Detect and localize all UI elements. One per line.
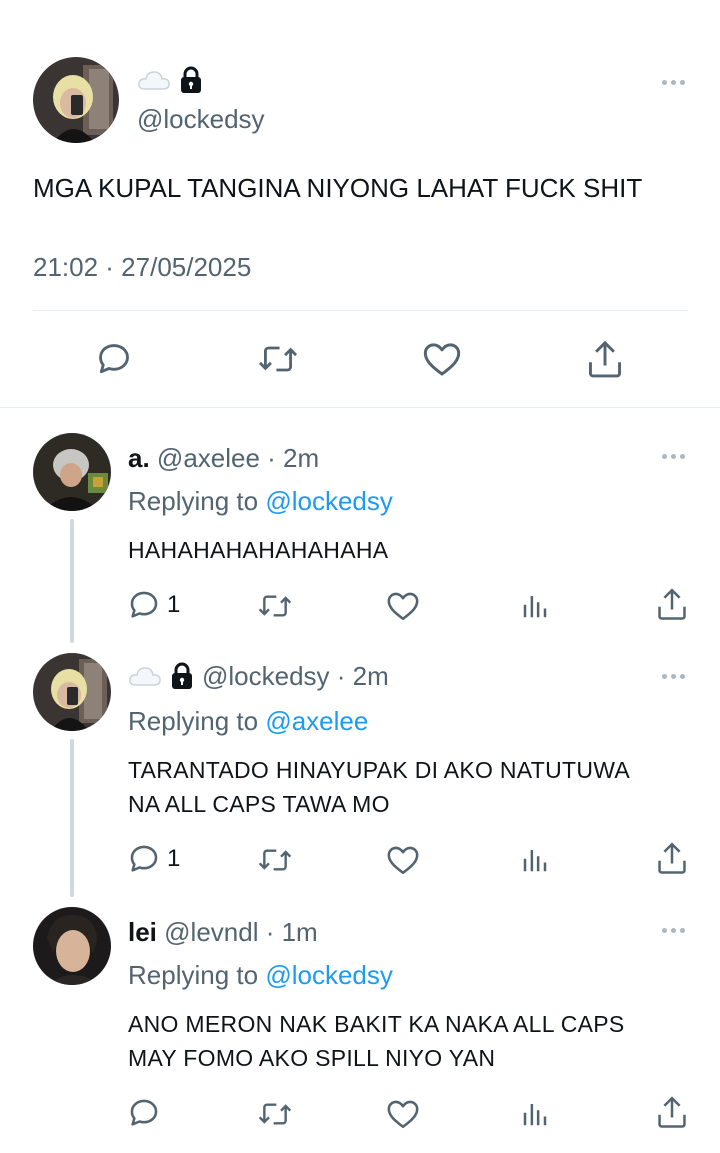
reply-text-line: NA ALL CAPS TAWA MO — [128, 791, 390, 817]
bar-chart-icon — [523, 596, 547, 618]
retweet-button[interactable] — [256, 844, 294, 876]
avatar[interactable] — [33, 907, 111, 985]
heart-icon — [387, 1100, 419, 1129]
reply-count: 1 — [167, 845, 181, 872]
section-divider — [0, 407, 720, 408]
lock-icon — [170, 662, 194, 690]
reply-count: 1 — [167, 591, 181, 618]
replying-to: Replying to @lockedsy — [128, 960, 393, 991]
speech-bubble-icon — [130, 591, 158, 618]
like-button[interactable] — [386, 844, 420, 876]
reply-text-line: HAHAHAHAHAHAHAHA — [128, 537, 389, 563]
speech-bubble-icon — [130, 1099, 158, 1126]
bar-chart-icon — [523, 850, 547, 872]
reply-text-line: MAY FOMO AKO SPILL NIYO YAN — [128, 1045, 496, 1071]
more-dots-icon[interactable] — [662, 80, 685, 85]
display-name[interactable]: a. — [128, 443, 150, 473]
more-dots-icon[interactable] — [662, 454, 685, 459]
heart-icon — [423, 343, 461, 376]
replying-to-link[interactable]: @axelee — [265, 706, 368, 736]
reply-header: a. @axelee · 2m — [128, 443, 319, 474]
views-button[interactable] — [520, 1099, 550, 1129]
cloud-emoji — [128, 664, 162, 688]
retweet-icon — [258, 595, 292, 617]
heart-icon — [387, 846, 419, 875]
retweet-button[interactable] — [256, 1098, 294, 1130]
share-button[interactable] — [585, 338, 625, 380]
like-button[interactable] — [386, 590, 420, 622]
timestamp[interactable]: 21:02 · 27/05/2025 — [33, 252, 251, 283]
display-name[interactable]: lei — [128, 917, 157, 947]
replying-to: Replying to @lockedsy — [128, 486, 393, 517]
views-button[interactable] — [520, 591, 550, 621]
speech-bubble-icon — [130, 845, 158, 872]
replying-to: Replying to @axelee — [128, 706, 368, 737]
bar-chart-icon — [523, 1104, 547, 1126]
cloud-emoji — [137, 68, 171, 92]
replying-to-link[interactable]: @lockedsy — [265, 960, 393, 990]
thread-line — [70, 739, 74, 897]
speech-bubble-icon — [99, 344, 129, 374]
share-button[interactable] — [655, 840, 689, 876]
more-dots-icon[interactable] — [662, 928, 685, 933]
reply-text-line: TARANTADO HINAYUPAK DI AKO NATUTUWA — [128, 757, 631, 783]
replying-prefix: Replying to — [128, 706, 259, 736]
handle-time[interactable]: @levndl · 1m — [164, 917, 318, 947]
avatar[interactable] — [33, 57, 119, 143]
retweet-button[interactable] — [256, 590, 294, 622]
views-button[interactable] — [520, 845, 550, 875]
replying-prefix: Replying to — [128, 960, 259, 990]
heart-icon — [387, 592, 419, 621]
reply-button[interactable] — [95, 340, 133, 378]
avatar[interactable] — [33, 433, 111, 511]
like-button[interactable] — [386, 1098, 420, 1130]
handle[interactable]: @lockedsy — [137, 104, 265, 135]
display-name — [137, 64, 203, 96]
reply-button[interactable]: 1 — [127, 588, 180, 622]
share-icon — [658, 588, 686, 620]
reply-text-line: ANO MERON NAK BAKIT KA NAKA ALL CAPS — [128, 1011, 625, 1037]
share-icon — [658, 842, 686, 874]
retweet-icon — [258, 1103, 292, 1125]
retweet-button[interactable] — [256, 340, 300, 378]
reply-button[interactable] — [127, 1096, 161, 1130]
reply-header: lei @levndl · 1m — [128, 917, 318, 948]
replying-prefix: Replying to — [128, 486, 259, 516]
share-icon — [589, 340, 621, 378]
lock-icon — [179, 66, 203, 94]
more-dots-icon[interactable] — [662, 674, 685, 679]
share-button[interactable] — [655, 1094, 689, 1130]
share-button[interactable] — [655, 586, 689, 622]
divider — [33, 310, 687, 311]
like-button[interactable] — [422, 340, 462, 378]
thread-line — [70, 519, 74, 643]
replying-to-link[interactable]: @lockedsy — [265, 486, 393, 516]
retweet-icon — [258, 849, 292, 871]
handle-time[interactable]: @axelee · 2m — [157, 443, 319, 473]
retweet-icon — [258, 346, 298, 372]
share-icon — [658, 1096, 686, 1128]
handle-time[interactable]: @lockedsy · 2m — [202, 661, 389, 692]
avatar[interactable] — [33, 653, 111, 731]
reply-header: @lockedsy · 2m — [128, 660, 389, 692]
tweet-text: MGA KUPAL TANGINA NIYONG LAHAT FUCK SHIT — [33, 173, 643, 203]
reply-button[interactable]: 1 — [127, 842, 180, 876]
